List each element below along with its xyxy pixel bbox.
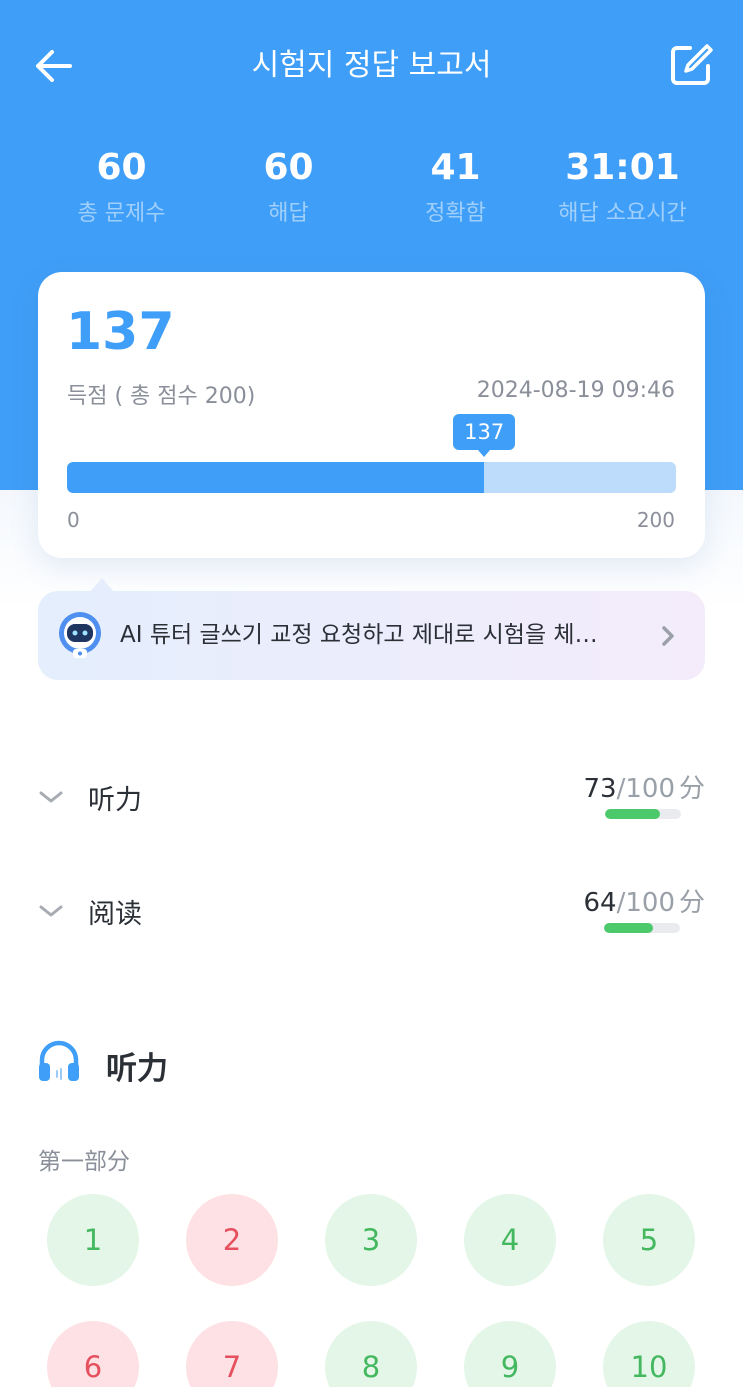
summary-stats: 60 총 문제수 60 해답 41 정확함 31:01 해답 소요시간 xyxy=(38,140,706,240)
stat-label: 정확함 xyxy=(425,201,486,226)
progress-max-label: 200 xyxy=(636,508,675,532)
score-caption: 득점 ( 총 점수 200) xyxy=(67,384,256,409)
arrow-left-icon xyxy=(36,50,72,82)
score-value: 137 xyxy=(66,302,175,362)
section-progress-track xyxy=(605,809,681,819)
stat-label: 총 문제수 xyxy=(77,201,166,226)
question-bubble[interactable]: 3 xyxy=(325,1194,417,1286)
question-bubble[interactable]: 7 xyxy=(186,1321,278,1387)
stat-answered: 60 해답 xyxy=(205,140,372,240)
question-bubble[interactable]: 6 xyxy=(47,1321,139,1387)
question-bubble[interactable]: 9 xyxy=(464,1321,556,1387)
question-grid: 1 2 3 4 5 6 7 8 9 10 xyxy=(47,1194,697,1387)
section-score: 73/100 分 xyxy=(584,768,706,805)
question-bubble[interactable]: 8 xyxy=(325,1321,417,1387)
section-score-unit: 分 xyxy=(678,774,705,804)
top-bar: 시험지 정답 보고서 xyxy=(0,28,743,104)
score-progress-fill xyxy=(67,462,485,493)
score-tooltip: 137 xyxy=(453,414,516,457)
robot-avatar-icon xyxy=(56,611,104,661)
question-bubble[interactable]: 5 xyxy=(603,1194,695,1286)
question-bubble[interactable]: 1 xyxy=(47,1194,139,1286)
section-progress-fill xyxy=(605,809,661,819)
score-card: 137 득점 ( 총 점수 200) 2024-08-19 09:46 137 … xyxy=(38,272,705,558)
section-score-value: 64 xyxy=(583,888,617,918)
question-bubble[interactable]: 4 xyxy=(464,1194,556,1286)
question-bubble[interactable]: 2 xyxy=(186,1194,278,1286)
listening-title: 听力 xyxy=(106,1051,168,1087)
progress-min-label: 0 xyxy=(67,508,80,532)
chevron-down-icon xyxy=(38,898,64,924)
score-date: 2024-08-19 09:46 xyxy=(476,378,675,403)
headphones-icon xyxy=(38,1039,80,1085)
stat-value: 60 xyxy=(96,147,147,188)
section-score-total: /100 xyxy=(616,888,675,918)
section-score-total: /100 xyxy=(616,774,675,804)
section-label: 听力 xyxy=(88,785,142,816)
stat-value: 60 xyxy=(263,147,314,188)
edit-button[interactable] xyxy=(668,42,714,88)
part-label: 第一部分 xyxy=(38,1149,130,1175)
section-score: 64/100 分 xyxy=(584,882,706,919)
ai-banner-text: AI 튜터 글쓰기 교정 요청하고 제대로 시험을 체… xyxy=(120,622,598,648)
section-row-reading[interactable]: 阅读 64/100 分 xyxy=(38,882,705,942)
stat-label: 해답 xyxy=(268,201,309,226)
section-progress-track xyxy=(604,923,680,933)
back-button[interactable] xyxy=(30,46,78,86)
section-row-listening[interactable]: 听力 73/100 分 xyxy=(38,768,705,828)
section-score-unit: 分 xyxy=(678,888,705,918)
section-progress-fill xyxy=(604,923,653,933)
stat-value: 31:01 xyxy=(565,147,680,188)
question-bubble[interactable]: 10 xyxy=(603,1321,695,1387)
listening-header: 听力 xyxy=(38,1035,705,1095)
stat-label: 해답 소요시간 xyxy=(558,201,687,226)
chevron-down-icon xyxy=(38,784,64,810)
section-label: 阅读 xyxy=(88,899,142,930)
chevron-right-icon xyxy=(658,623,678,649)
ai-tutor-banner[interactable]: AI 튜터 글쓰기 교정 요청하고 제대로 시험을 체… xyxy=(38,591,705,680)
page-title: 시험지 정답 보고서 xyxy=(251,48,492,83)
stat-time-spent: 31:01 해답 소요시간 xyxy=(539,140,706,240)
edit-icon xyxy=(671,44,713,85)
score-progress-track xyxy=(67,462,676,493)
stat-correct: 41 정확함 xyxy=(372,140,539,240)
section-score-value: 73 xyxy=(583,774,617,804)
banner-pointer xyxy=(90,578,114,592)
stat-value: 41 xyxy=(430,147,481,188)
stat-total-questions: 60 총 문제수 xyxy=(38,140,205,240)
